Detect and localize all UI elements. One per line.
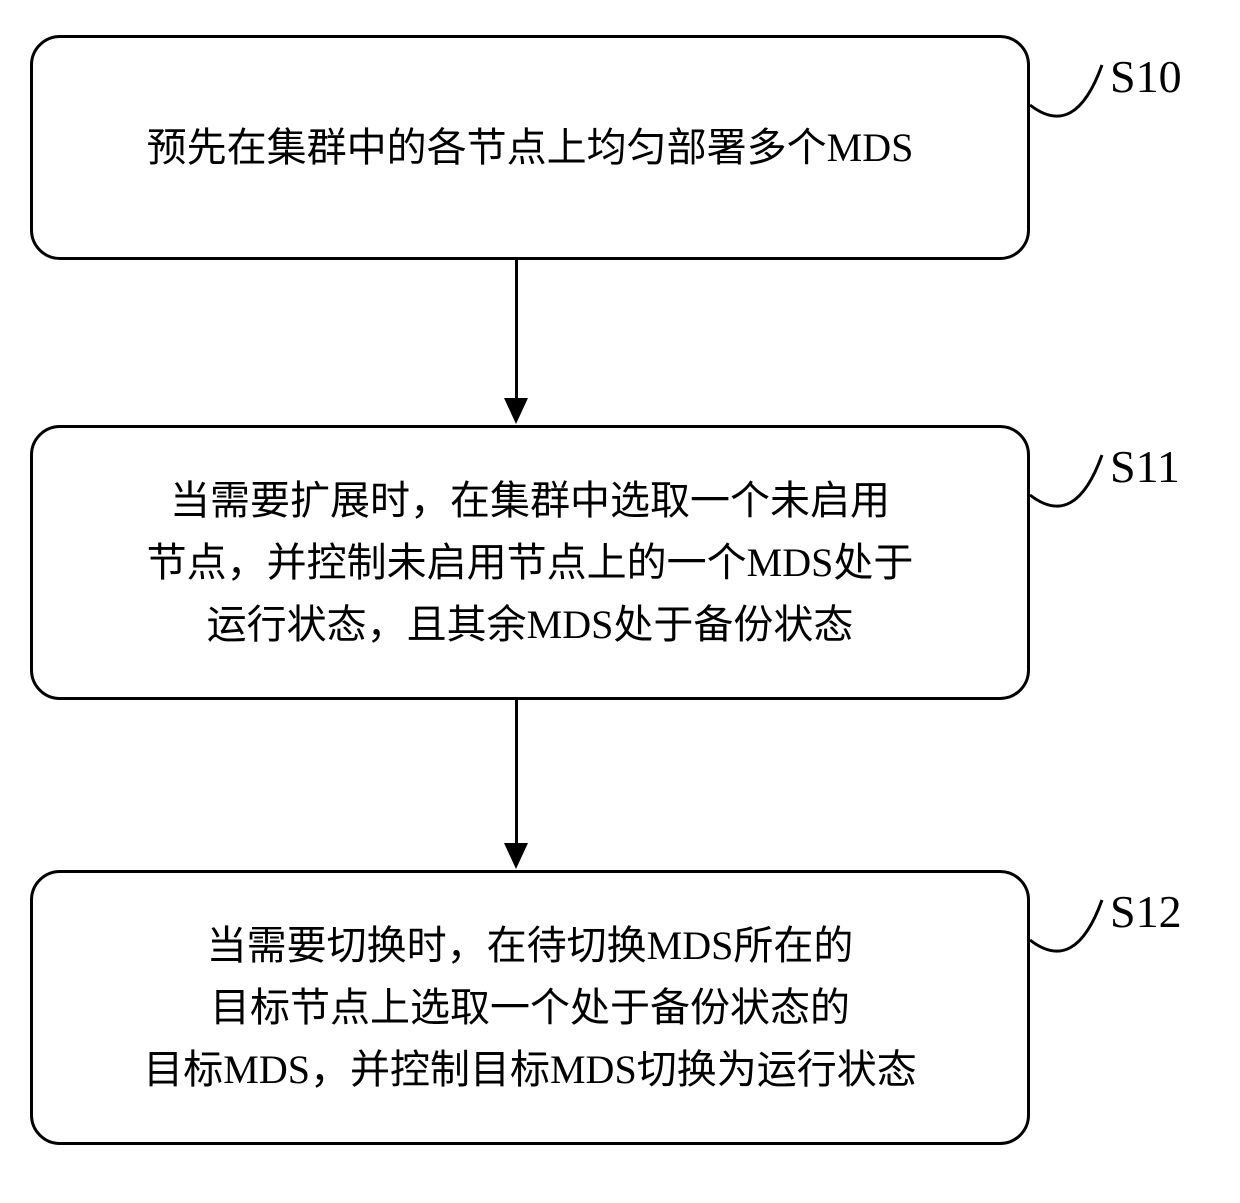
step-box-s10: 预先在集群中的各节点上均匀部署多个MDS [30,35,1030,260]
hook-connector-s11 [1030,455,1120,535]
arrow-s11-s12-line [515,700,518,845]
arrow-s10-s11-line [515,260,518,400]
hook-connector-s10 [1030,65,1120,145]
hook-connector-s12 [1030,900,1120,980]
step-text-s12: 当需要切换时，在待切换MDS所在的 目标节点上选取一个处于备份状态的 目标MDS… [143,915,916,1101]
step-box-s11: 当需要扩展时，在集群中选取一个未启用 节点，并控制未启用节点上的一个MDS处于 … [30,425,1030,700]
step-text-s10: 预先在集群中的各节点上均匀部署多个MDS [147,117,914,179]
step-box-s12: 当需要切换时，在待切换MDS所在的 目标节点上选取一个处于备份状态的 目标MDS… [30,870,1030,1145]
arrow-s11-s12-head [504,843,528,869]
step-label-s10: S10 [1110,50,1182,103]
step-text-s11: 当需要扩展时，在集群中选取一个未启用 节点，并控制未启用节点上的一个MDS处于 … [147,470,914,656]
step-label-s11: S11 [1110,440,1180,493]
flowchart-canvas: 预先在集群中的各节点上均匀部署多个MDS S10 当需要扩展时，在集群中选取一个… [0,0,1240,1203]
arrow-s10-s11-head [504,398,528,424]
step-label-s12: S12 [1110,885,1182,938]
